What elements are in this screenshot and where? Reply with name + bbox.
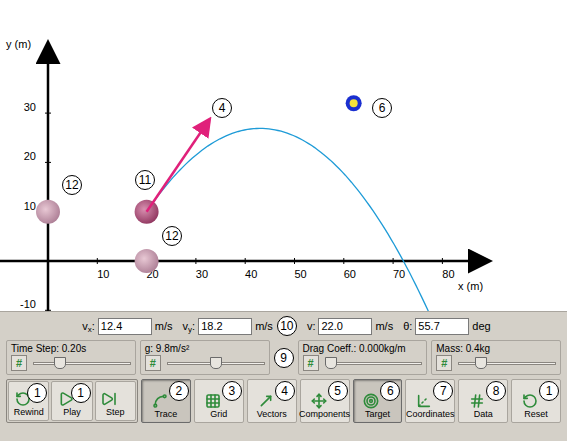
numeric-entry-button[interactable]: # bbox=[145, 355, 161, 371]
annotation-marker: 4 bbox=[275, 381, 295, 401]
ghost-ball[interactable] bbox=[135, 249, 159, 273]
x-axis-title: x (m) bbox=[458, 280, 483, 292]
slider-group: Drag Coeff.: 0.000kg/m# bbox=[298, 340, 428, 375]
toolbar-button[interactable]: Step bbox=[95, 381, 136, 421]
slider-track[interactable] bbox=[458, 355, 556, 371]
numeric-entry-button[interactable]: # bbox=[303, 355, 319, 371]
toolbar-button[interactable]: Play1 bbox=[51, 381, 92, 421]
annotation-marker: 7 bbox=[433, 381, 453, 401]
x-tick: 40 bbox=[245, 258, 257, 280]
y-tick: 20 bbox=[24, 150, 51, 162]
vector-arrow-icon bbox=[258, 393, 274, 409]
annotation-marker: 3 bbox=[222, 381, 242, 401]
annotation-marker: 5 bbox=[328, 381, 348, 401]
svg-text:-10: -10 bbox=[20, 298, 36, 310]
target-icon bbox=[363, 393, 379, 409]
svg-text:10: 10 bbox=[24, 200, 36, 212]
svg-text:30: 30 bbox=[24, 101, 36, 113]
slider-track[interactable] bbox=[33, 355, 131, 371]
x-tick: 50 bbox=[294, 258, 306, 280]
annotation-marker: 6 bbox=[372, 98, 392, 118]
slider-row: Time Step: 0.20s#g: 9.8m/s²#9Drag Coeff.… bbox=[6, 340, 561, 375]
slider-group: g: 9.8m/s²# bbox=[140, 340, 270, 375]
x-tick: 80 bbox=[442, 258, 454, 280]
slider-track[interactable] bbox=[167, 355, 265, 371]
toolbar-button[interactable]: Target6 bbox=[353, 379, 403, 423]
numeric-entry-button[interactable]: # bbox=[436, 355, 452, 371]
trajectory-trace bbox=[147, 128, 434, 311]
velocity-field: vx:12.4m/s bbox=[82, 318, 172, 335]
reset-icon bbox=[522, 393, 538, 409]
velocity-input[interactable]: 55.7 bbox=[415, 318, 469, 335]
slider-track[interactable] bbox=[325, 355, 423, 371]
y-tick: -10 bbox=[20, 298, 51, 310]
annotation-marker: 4 bbox=[212, 98, 232, 118]
slider-thumb[interactable] bbox=[475, 357, 487, 369]
svg-text:60: 60 bbox=[344, 268, 356, 280]
velocity-field: vy:18.2m/s bbox=[183, 318, 273, 335]
toolbar-button[interactable]: Trace2 bbox=[141, 379, 191, 423]
annotation-marker: 12 bbox=[162, 226, 182, 246]
grid-icon bbox=[205, 393, 221, 409]
toolbar-button[interactable]: Components5 bbox=[300, 379, 350, 423]
components-icon bbox=[311, 393, 327, 409]
button-row: Rewind1Play1StepTrace2Grid3Vectors4Compo… bbox=[6, 379, 561, 423]
y-axis bbox=[47, 44, 50, 311]
x-tick: 30 bbox=[196, 258, 208, 280]
plot-chart: 1020304050607080-10102030y (m)x (m) bbox=[0, 0, 567, 311]
annotation-marker: 8 bbox=[486, 381, 506, 401]
velocity-vector[interactable] bbox=[147, 121, 209, 212]
toolbar-button[interactable]: Vectors4 bbox=[247, 379, 297, 423]
velocity-field: v:22.0m/s bbox=[307, 318, 393, 335]
annotation-marker: 2 bbox=[169, 381, 189, 401]
slider-thumb[interactable] bbox=[210, 357, 222, 369]
toolbar-button[interactable]: Coordinates7 bbox=[405, 379, 455, 423]
x-tick: 10 bbox=[97, 258, 109, 280]
toolbar-button[interactable]: Data8 bbox=[458, 379, 508, 423]
x-tick: 60 bbox=[344, 258, 356, 280]
slider-group: Mass: 0.4kg# bbox=[431, 340, 561, 375]
trace-icon bbox=[152, 393, 168, 409]
velocity-input[interactable]: 18.2 bbox=[198, 318, 252, 335]
toolbar-button[interactable]: Reset1 bbox=[511, 379, 561, 423]
velocity-row: vx:12.4m/s vy:18.2m/s10 v:22.0m/s θ:55.7deg bbox=[6, 316, 561, 336]
step-icon bbox=[101, 391, 117, 407]
x-axis bbox=[0, 260, 488, 263]
playback-group: Rewind1Play1Step bbox=[6, 379, 138, 423]
svg-text:40: 40 bbox=[245, 268, 257, 280]
toolbar-button[interactable]: Grid3 bbox=[194, 379, 244, 423]
data-icon bbox=[469, 393, 485, 409]
velocity-field: θ:55.7deg bbox=[403, 318, 491, 335]
annotation-marker: 1 bbox=[71, 383, 91, 403]
numeric-entry-button[interactable]: # bbox=[11, 355, 27, 371]
annotation-marker: 1 bbox=[27, 383, 47, 403]
annotation-marker: 12 bbox=[62, 175, 82, 195]
coordinates-icon bbox=[416, 393, 432, 409]
svg-text:70: 70 bbox=[393, 268, 405, 280]
svg-text:80: 80 bbox=[442, 268, 454, 280]
slider-group: Time Step: 0.20s# bbox=[6, 340, 136, 375]
svg-text:10: 10 bbox=[97, 268, 109, 280]
control-panel: vx:12.4m/s vy:18.2m/s10 v:22.0m/s θ:55.7deg… bbox=[0, 311, 567, 441]
plot-canvas: 1020304050607080-10102030y (m)x (m)46111… bbox=[0, 0, 567, 311]
annotation-marker: 1 bbox=[539, 381, 559, 401]
slider-thumb[interactable] bbox=[54, 357, 66, 369]
velocity-input[interactable]: 12.4 bbox=[98, 318, 152, 335]
ghost-ball[interactable] bbox=[36, 200, 60, 224]
slider-thumb[interactable] bbox=[325, 357, 337, 369]
annotation-marker: 6 bbox=[380, 381, 400, 401]
svg-text:20: 20 bbox=[24, 150, 36, 162]
svg-text:50: 50 bbox=[294, 268, 306, 280]
toolbar-button[interactable]: Rewind1 bbox=[8, 381, 49, 421]
y-tick: 30 bbox=[24, 101, 51, 113]
svg-text:30: 30 bbox=[196, 268, 208, 280]
projectile-simulator: 1020304050607080-10102030y (m)x (m)46111… bbox=[0, 0, 567, 441]
annotation-marker: 9 bbox=[274, 348, 294, 368]
annotation-marker: 11 bbox=[135, 170, 155, 190]
target-icon[interactable] bbox=[346, 95, 362, 111]
y-axis-title: y (m) bbox=[6, 38, 31, 50]
annotation-marker: 10 bbox=[277, 316, 297, 336]
velocity-input[interactable]: 22.0 bbox=[318, 318, 372, 335]
